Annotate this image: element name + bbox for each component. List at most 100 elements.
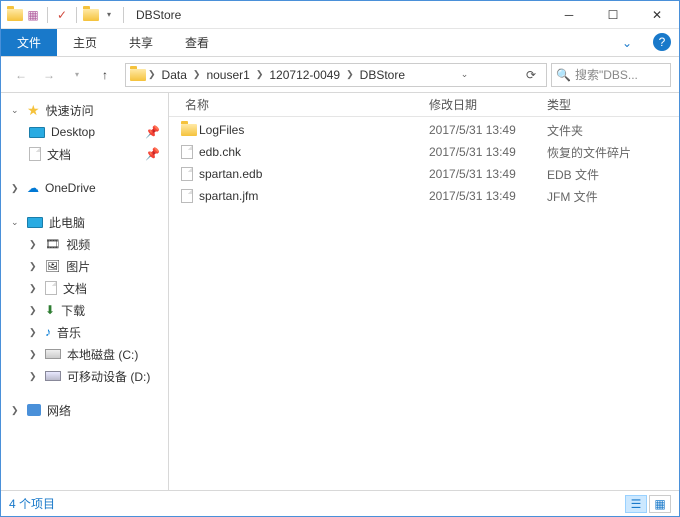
sidebar-item-music[interactable]: ❯ ♪ 音乐: [1, 321, 168, 343]
maximize-button[interactable]: ☐: [591, 1, 635, 29]
icons-view-button[interactable]: ▦: [649, 495, 671, 513]
file-name: spartan.jfm: [199, 189, 429, 203]
main-area: 名称 修改日期 类型 LogFiles 2017/5/31 13:49 文件夹 …: [169, 93, 679, 490]
search-icon: 🔍: [556, 68, 571, 82]
sidebar-item-network[interactable]: ❯ 网络: [1, 399, 168, 421]
file-list: LogFiles 2017/5/31 13:49 文件夹 edb.chk 201…: [169, 117, 679, 490]
column-name[interactable]: 名称: [169, 96, 429, 113]
sidebar-label: 网络: [47, 402, 71, 419]
chevron-right-icon[interactable]: ❯: [29, 261, 39, 272]
nav-forward-button[interactable]: →: [37, 63, 61, 87]
chevron-right-icon[interactable]: ❯: [29, 283, 39, 294]
sidebar-item-pictures[interactable]: ❯ 🖼 图片: [1, 255, 168, 277]
chevron-right-icon[interactable]: ❯: [256, 69, 264, 80]
tab-view[interactable]: 查看: [169, 29, 225, 56]
quick-access-toolbar: ▦ ✓ ▾ DBStore: [1, 7, 181, 23]
details-view-button[interactable]: ☰: [625, 495, 647, 513]
file-row[interactable]: edb.chk 2017/5/31 13:49 恢复的文件碎片: [169, 141, 679, 163]
view-switcher: ☰ ▦: [625, 495, 671, 513]
ribbon-tabs: 文件 主页 共享 查看 ⌄ ?: [1, 29, 679, 57]
sidebar-label: OneDrive: [45, 181, 96, 195]
breadcrumb-segment[interactable]: nouser1: [202, 68, 253, 82]
search-input[interactable]: 🔍 搜索"DBS...: [551, 63, 671, 87]
nav-history-dropdown[interactable]: ▾: [65, 63, 89, 87]
file-row[interactable]: spartan.edb 2017/5/31 13:49 EDB 文件: [169, 163, 679, 185]
breadcrumb-segment[interactable]: DBStore: [356, 68, 409, 82]
chevron-right-icon[interactable]: ❯: [29, 327, 39, 338]
breadcrumb-segment[interactable]: Data: [158, 68, 191, 82]
sidebar-label: Desktop: [51, 125, 95, 139]
usb-icon: [45, 371, 61, 381]
chevron-right-icon[interactable]: ❯: [29, 349, 39, 360]
nav-back-button[interactable]: ←: [9, 63, 33, 87]
column-type[interactable]: 类型: [547, 96, 679, 113]
column-modified[interactable]: 修改日期: [429, 96, 547, 113]
onedrive-icon: ☁: [27, 181, 39, 195]
sidebar-item-documents[interactable]: 文档 📌: [1, 143, 168, 165]
ribbon-expand-icon[interactable]: ⌄: [609, 29, 645, 56]
nav-row: ← → ▾ ↑ ❯ Data ❯ nouser1 ❯ 120712-0049 ❯…: [1, 57, 679, 93]
chevron-right-icon[interactable]: ❯: [148, 69, 156, 80]
properties-icon[interactable]: ▦: [25, 7, 41, 23]
star-icon: ★: [27, 102, 40, 119]
qat-dropdown-icon[interactable]: ▾: [101, 7, 117, 23]
sidebar-item-desktop[interactable]: Desktop 📌: [1, 121, 168, 143]
body: ⌄ ★ 快速访问 Desktop 📌 文档 📌 ❯ ☁ OneDrive ⌄ 此…: [1, 93, 679, 490]
chevron-right-icon[interactable]: ❯: [29, 371, 39, 382]
sidebar-item-localdisk[interactable]: ❯ 本地磁盘 (C:): [1, 343, 168, 365]
sidebar-item-documents2[interactable]: ❯ 文档: [1, 277, 168, 299]
sidebar-item-video[interactable]: ❯ 🎞 视频: [1, 233, 168, 255]
breadcrumb-dropdown-icon[interactable]: ⌄: [461, 69, 469, 80]
music-icon: ♪: [45, 325, 51, 339]
document-icon: [29, 147, 41, 161]
chevron-right-icon[interactable]: ❯: [29, 305, 39, 316]
sidebar: ⌄ ★ 快速访问 Desktop 📌 文档 📌 ❯ ☁ OneDrive ⌄ 此…: [1, 93, 169, 490]
window-controls: ─ ☐ ✕: [547, 1, 679, 29]
file-date: 2017/5/31 13:49: [429, 123, 547, 137]
refresh-button[interactable]: ⟳: [520, 68, 542, 82]
file-row[interactable]: LogFiles 2017/5/31 13:49 文件夹: [169, 119, 679, 141]
tab-share[interactable]: 共享: [113, 29, 169, 56]
chevron-right-icon[interactable]: ❯: [11, 183, 21, 194]
sidebar-item-removable[interactable]: ❯ 可移动设备 (D:): [1, 365, 168, 387]
chevron-down-icon[interactable]: ⌄: [11, 217, 21, 228]
breadcrumb-folder-icon: [130, 67, 146, 83]
sidebar-label: 文档: [47, 146, 71, 163]
file-date: 2017/5/31 13:49: [429, 145, 547, 159]
sidebar-item-quick-access[interactable]: ⌄ ★ 快速访问: [1, 99, 168, 121]
pin-icon: 📌: [145, 147, 160, 161]
tab-file[interactable]: 文件: [1, 29, 57, 56]
chevron-right-icon[interactable]: ❯: [29, 239, 39, 250]
sidebar-item-thispc[interactable]: ⌄ 此电脑: [1, 211, 168, 233]
tab-home[interactable]: 主页: [57, 29, 113, 56]
minimize-button[interactable]: ─: [547, 1, 591, 29]
breadcrumb[interactable]: ❯ Data ❯ nouser1 ❯ 120712-0049 ❯ DBStore…: [125, 63, 547, 87]
sidebar-item-downloads[interactable]: ❯ ⬇ 下载: [1, 299, 168, 321]
checkmark-icon[interactable]: ✓: [54, 7, 70, 23]
chevron-right-icon[interactable]: ❯: [346, 69, 354, 80]
file-type: 文件夹: [547, 122, 583, 139]
file-name: LogFiles: [199, 123, 429, 137]
list-header: 名称 修改日期 类型: [169, 93, 679, 117]
statusbar: 4 个项目 ☰ ▦: [1, 490, 679, 516]
sidebar-label: 文档: [63, 280, 87, 297]
chevron-down-icon[interactable]: ⌄: [11, 105, 21, 116]
close-button[interactable]: ✕: [635, 1, 679, 29]
nav-up-button[interactable]: ↑: [93, 63, 117, 87]
download-icon: ⬇: [45, 303, 55, 317]
file-name: edb.chk: [199, 145, 429, 159]
chevron-right-icon[interactable]: ❯: [193, 69, 201, 80]
folder-icon: [181, 124, 199, 136]
help-icon[interactable]: ?: [653, 33, 671, 51]
item-count: 4 个项目: [9, 495, 55, 512]
sidebar-label: 图片: [66, 258, 90, 275]
desktop-icon: [29, 127, 45, 138]
titlebar: ▦ ✓ ▾ DBStore ─ ☐ ✕: [1, 1, 679, 29]
sidebar-item-onedrive[interactable]: ❯ ☁ OneDrive: [1, 177, 168, 199]
file-row[interactable]: spartan.jfm 2017/5/31 13:49 JFM 文件: [169, 185, 679, 207]
disk-icon: [45, 349, 61, 359]
pin-icon: 📌: [145, 125, 160, 139]
chevron-right-icon[interactable]: ❯: [11, 405, 21, 416]
breadcrumb-segment[interactable]: 120712-0049: [265, 68, 344, 82]
network-icon: [27, 404, 41, 416]
